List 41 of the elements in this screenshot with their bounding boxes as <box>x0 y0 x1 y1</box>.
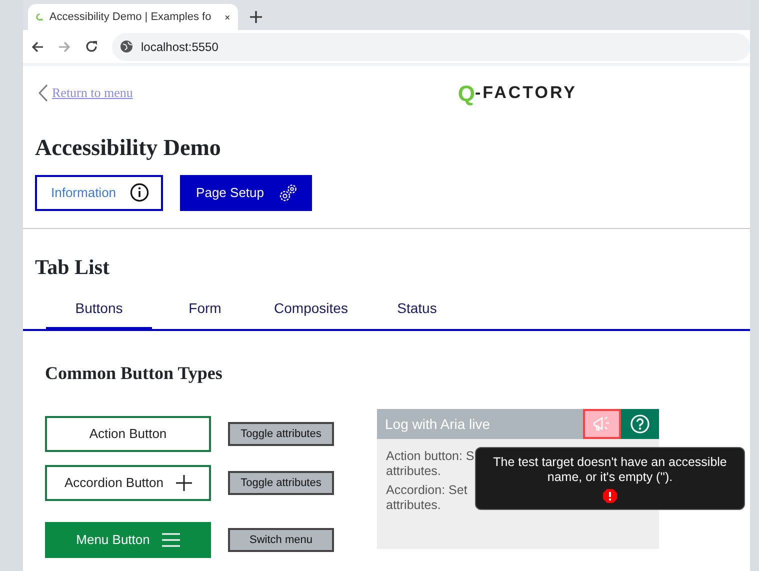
information-button[interactable]: Information <box>35 174 164 211</box>
toggle-button[interactable]: Toggle attributes <box>228 422 334 446</box>
logo: Q-FACTORY <box>458 80 577 108</box>
url-text: localhost:5550 <box>141 38 218 56</box>
accordion-button[interactable]: Accordion Button <box>45 464 211 501</box>
tab-title: Accessibility Demo | Examples fo <box>49 10 212 25</box>
log-entry: Action button: S <box>386 449 474 464</box>
menu-icon <box>162 532 180 547</box>
error-icon <box>603 489 617 504</box>
megaphone-icon <box>592 415 612 434</box>
help-button[interactable] <box>621 409 659 440</box>
log-entry: Accordion: Set <box>386 483 468 498</box>
tab[interactable]: Composites <box>258 292 364 331</box>
tooltip-text: The test target doesn't have an accessible name, or it's empty (''). <box>492 455 728 486</box>
page-title: Accessibility Demo <box>35 134 222 162</box>
help-icon <box>630 414 650 434</box>
globe-icon <box>120 40 133 53</box>
page-setup-button[interactable]: Page Setup <box>180 174 312 211</box>
panel-title: Log with Aria live <box>385 414 492 434</box>
action-button[interactable]: Action Button <box>45 416 211 452</box>
plus-icon <box>176 474 192 491</box>
back-arrow-icon[interactable] <box>31 40 44 52</box>
menu-button[interactable]: Menu Button <box>45 522 211 558</box>
reload-icon[interactable] <box>85 40 98 53</box>
toggle-button[interactable]: Toggle attributes <box>228 470 334 495</box>
plus-icon[interactable] <box>250 11 262 23</box>
chevron-left-icon[interactable] <box>38 84 48 102</box>
gears-icon <box>278 182 298 203</box>
tab[interactable]: Status <box>364 292 470 331</box>
log-entry: attributes. <box>386 464 441 478</box>
toggle-button[interactable]: Switch menu <box>228 528 334 552</box>
address-bar[interactable]: localhost:5550 <box>112 32 750 60</box>
tab[interactable]: Buttons <box>46 292 152 331</box>
close-icon[interactable] <box>225 12 230 22</box>
megaphone-button[interactable] <box>583 409 621 440</box>
tab[interactable]: Form <box>152 292 258 331</box>
browser-tab[interactable]: Accessibility Demo | Examples fo <box>28 4 238 30</box>
log-entry: attributes. <box>386 498 441 512</box>
section-heading: Common Button Types <box>45 362 224 384</box>
info-icon <box>130 183 150 202</box>
section-heading: Tab List <box>35 254 111 280</box>
